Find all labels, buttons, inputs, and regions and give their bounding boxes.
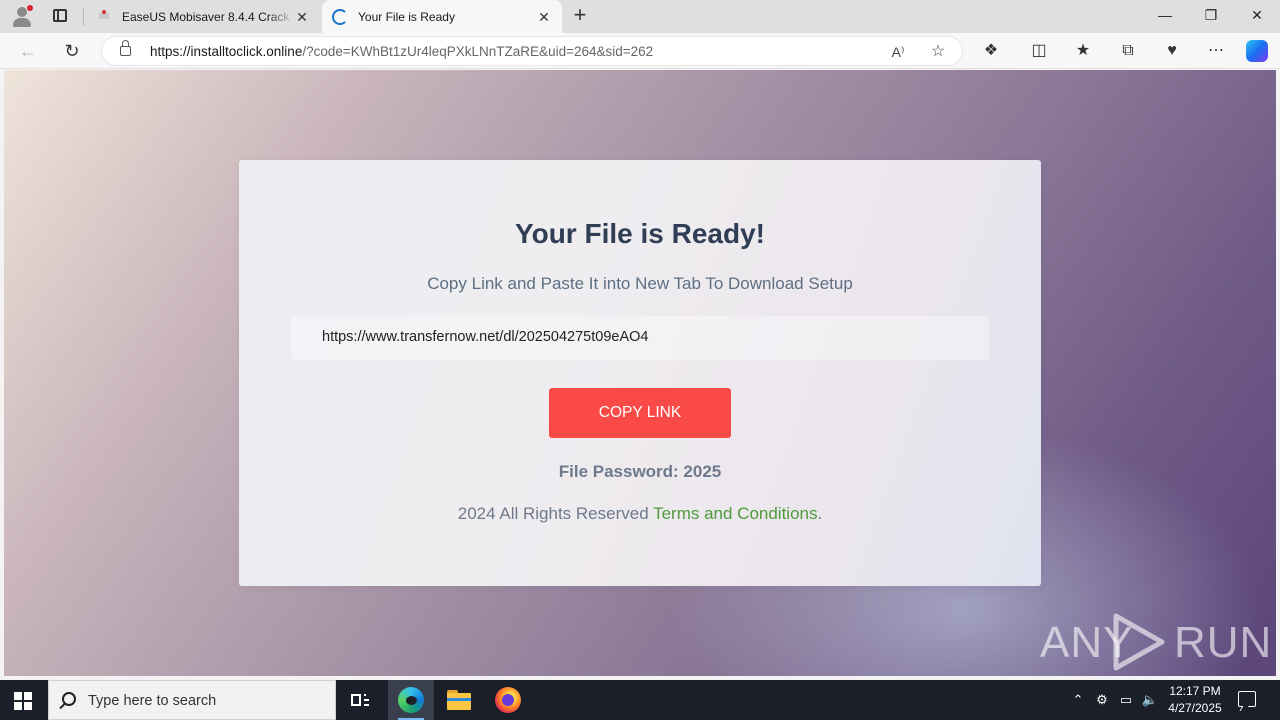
taskbar-firefox-button[interactable] xyxy=(485,680,531,720)
tab-actions-icon[interactable] xyxy=(50,6,70,26)
tab-title: Your File is Ready xyxy=(358,9,455,24)
windows-start-icon[interactable] xyxy=(14,692,32,710)
collections-icon[interactable]: ⧉ xyxy=(1116,39,1140,63)
tab-strip: EaseUS Mobisaver 8.4.4 Crack With ✕ Your… xyxy=(0,0,1280,33)
security-tray-icon[interactable]: ⚙ xyxy=(1092,680,1112,720)
folder-icon xyxy=(447,690,471,710)
settings-more-icon[interactable]: ⋯ xyxy=(1204,39,1228,63)
maximize-button[interactable]: ❐ xyxy=(1188,0,1234,33)
network-icon[interactable]: ▭ xyxy=(1116,680,1136,720)
task-view-button[interactable] xyxy=(337,680,383,720)
tab-easeus[interactable]: EaseUS Mobisaver 8.4.4 Crack With ✕ xyxy=(86,0,320,33)
taskbar-search-box[interactable]: Type here to search xyxy=(48,680,336,720)
browser-essentials-icon[interactable]: ♥ xyxy=(1160,39,1184,63)
task-view-icon xyxy=(351,692,369,708)
edge-icon xyxy=(398,687,424,713)
tab-separator xyxy=(83,8,84,26)
search-placeholder: Type here to search xyxy=(88,693,217,709)
copy-link-button[interactable]: COPY LINK xyxy=(549,388,731,438)
footer-period: . xyxy=(817,504,823,523)
lock-icon[interactable] xyxy=(120,40,131,56)
read-aloud-icon[interactable]: A⁾ xyxy=(887,41,909,63)
back-arrow-icon[interactable]: ← xyxy=(16,39,40,63)
copilot-icon[interactable] xyxy=(1246,40,1268,62)
instruction-text: Copy Link and Paste It into New Tab To D… xyxy=(427,274,853,293)
firefox-icon xyxy=(495,687,521,713)
easeus-favicon-icon xyxy=(96,9,112,25)
clock-time: 12:17 PM xyxy=(1169,684,1221,698)
minimize-button[interactable]: — xyxy=(1142,0,1188,33)
terms-link[interactable]: Terms and Conditions xyxy=(653,504,817,523)
url-text[interactable]: https://installtoclick.online/?code=KWhB… xyxy=(150,44,653,59)
page-title: Your File is Ready! xyxy=(515,218,765,249)
tab-close-icon[interactable]: ✕ xyxy=(294,9,310,25)
split-screen-icon[interactable]: ◫ xyxy=(1027,39,1051,63)
url-host: https://installtoclick.online xyxy=(150,44,303,59)
page-viewport: Your File is Ready! Copy Link and Paste … xyxy=(4,70,1276,676)
notification-icon[interactable] xyxy=(1238,691,1256,707)
tab-close-icon[interactable]: ✕ xyxy=(536,9,552,25)
taskbar-explorer-button[interactable] xyxy=(436,680,482,720)
url-path: /?code=KWhBt1zUr4leqPXkLNnTZaRE&uid=264&… xyxy=(302,44,654,59)
tab-title: EaseUS Mobisaver 8.4.4 Crack With xyxy=(122,9,294,24)
download-card: Your File is Ready! Copy Link and Paste … xyxy=(239,160,1041,586)
file-password-text: File Password: 2025 xyxy=(558,462,722,481)
taskbar: Type here to search ⌃ ⚙ ▭ 🔈 12:17 PM 4/2… xyxy=(0,680,1280,720)
anyrun-watermark: ANY RUN xyxy=(1040,610,1271,671)
taskbar-clock[interactable]: 12:17 PM 4/27/2025 xyxy=(1164,683,1226,717)
address-bar[interactable]: https://installtoclick.online/?code=KWhB… xyxy=(101,36,963,66)
volume-icon[interactable]: 🔈 xyxy=(1140,680,1160,720)
clock-date: 4/27/2025 xyxy=(1168,701,1222,715)
chevron-up-icon[interactable]: ⌃ xyxy=(1068,680,1088,720)
watermark-right-text: RUN xyxy=(1174,618,1273,667)
download-link-field[interactable]: https://www.transfernow.net/dl/202504275… xyxy=(291,316,989,360)
browser-toolbar: ← ↻ https://installtoclick.online/?code=… xyxy=(0,33,1280,69)
footer-copyright: 2024 All Rights Reserved xyxy=(457,504,654,523)
extensions-icon[interactable]: ❖ xyxy=(979,39,1003,63)
refresh-icon[interactable]: ↻ xyxy=(60,39,84,63)
search-icon xyxy=(62,692,76,706)
footer-text: 2024 All Rights Reserved Terms and Condi… xyxy=(239,504,1041,524)
tab-your-file-is-ready[interactable]: Your File is Ready ✕ xyxy=(322,0,562,33)
new-tab-button[interactable]: + xyxy=(568,4,592,28)
download-link-text[interactable]: https://www.transfernow.net/dl/202504275… xyxy=(322,329,648,345)
taskbar-edge-button[interactable] xyxy=(388,680,434,720)
loading-spinner-icon xyxy=(332,8,348,25)
favorite-star-icon[interactable]: ☆ xyxy=(927,41,949,63)
close-window-button[interactable]: ✕ xyxy=(1234,0,1280,33)
profile-avatar-icon[interactable] xyxy=(10,5,34,27)
favorites-icon[interactable]: ★ xyxy=(1071,39,1095,63)
play-triangle-icon xyxy=(1113,613,1165,671)
